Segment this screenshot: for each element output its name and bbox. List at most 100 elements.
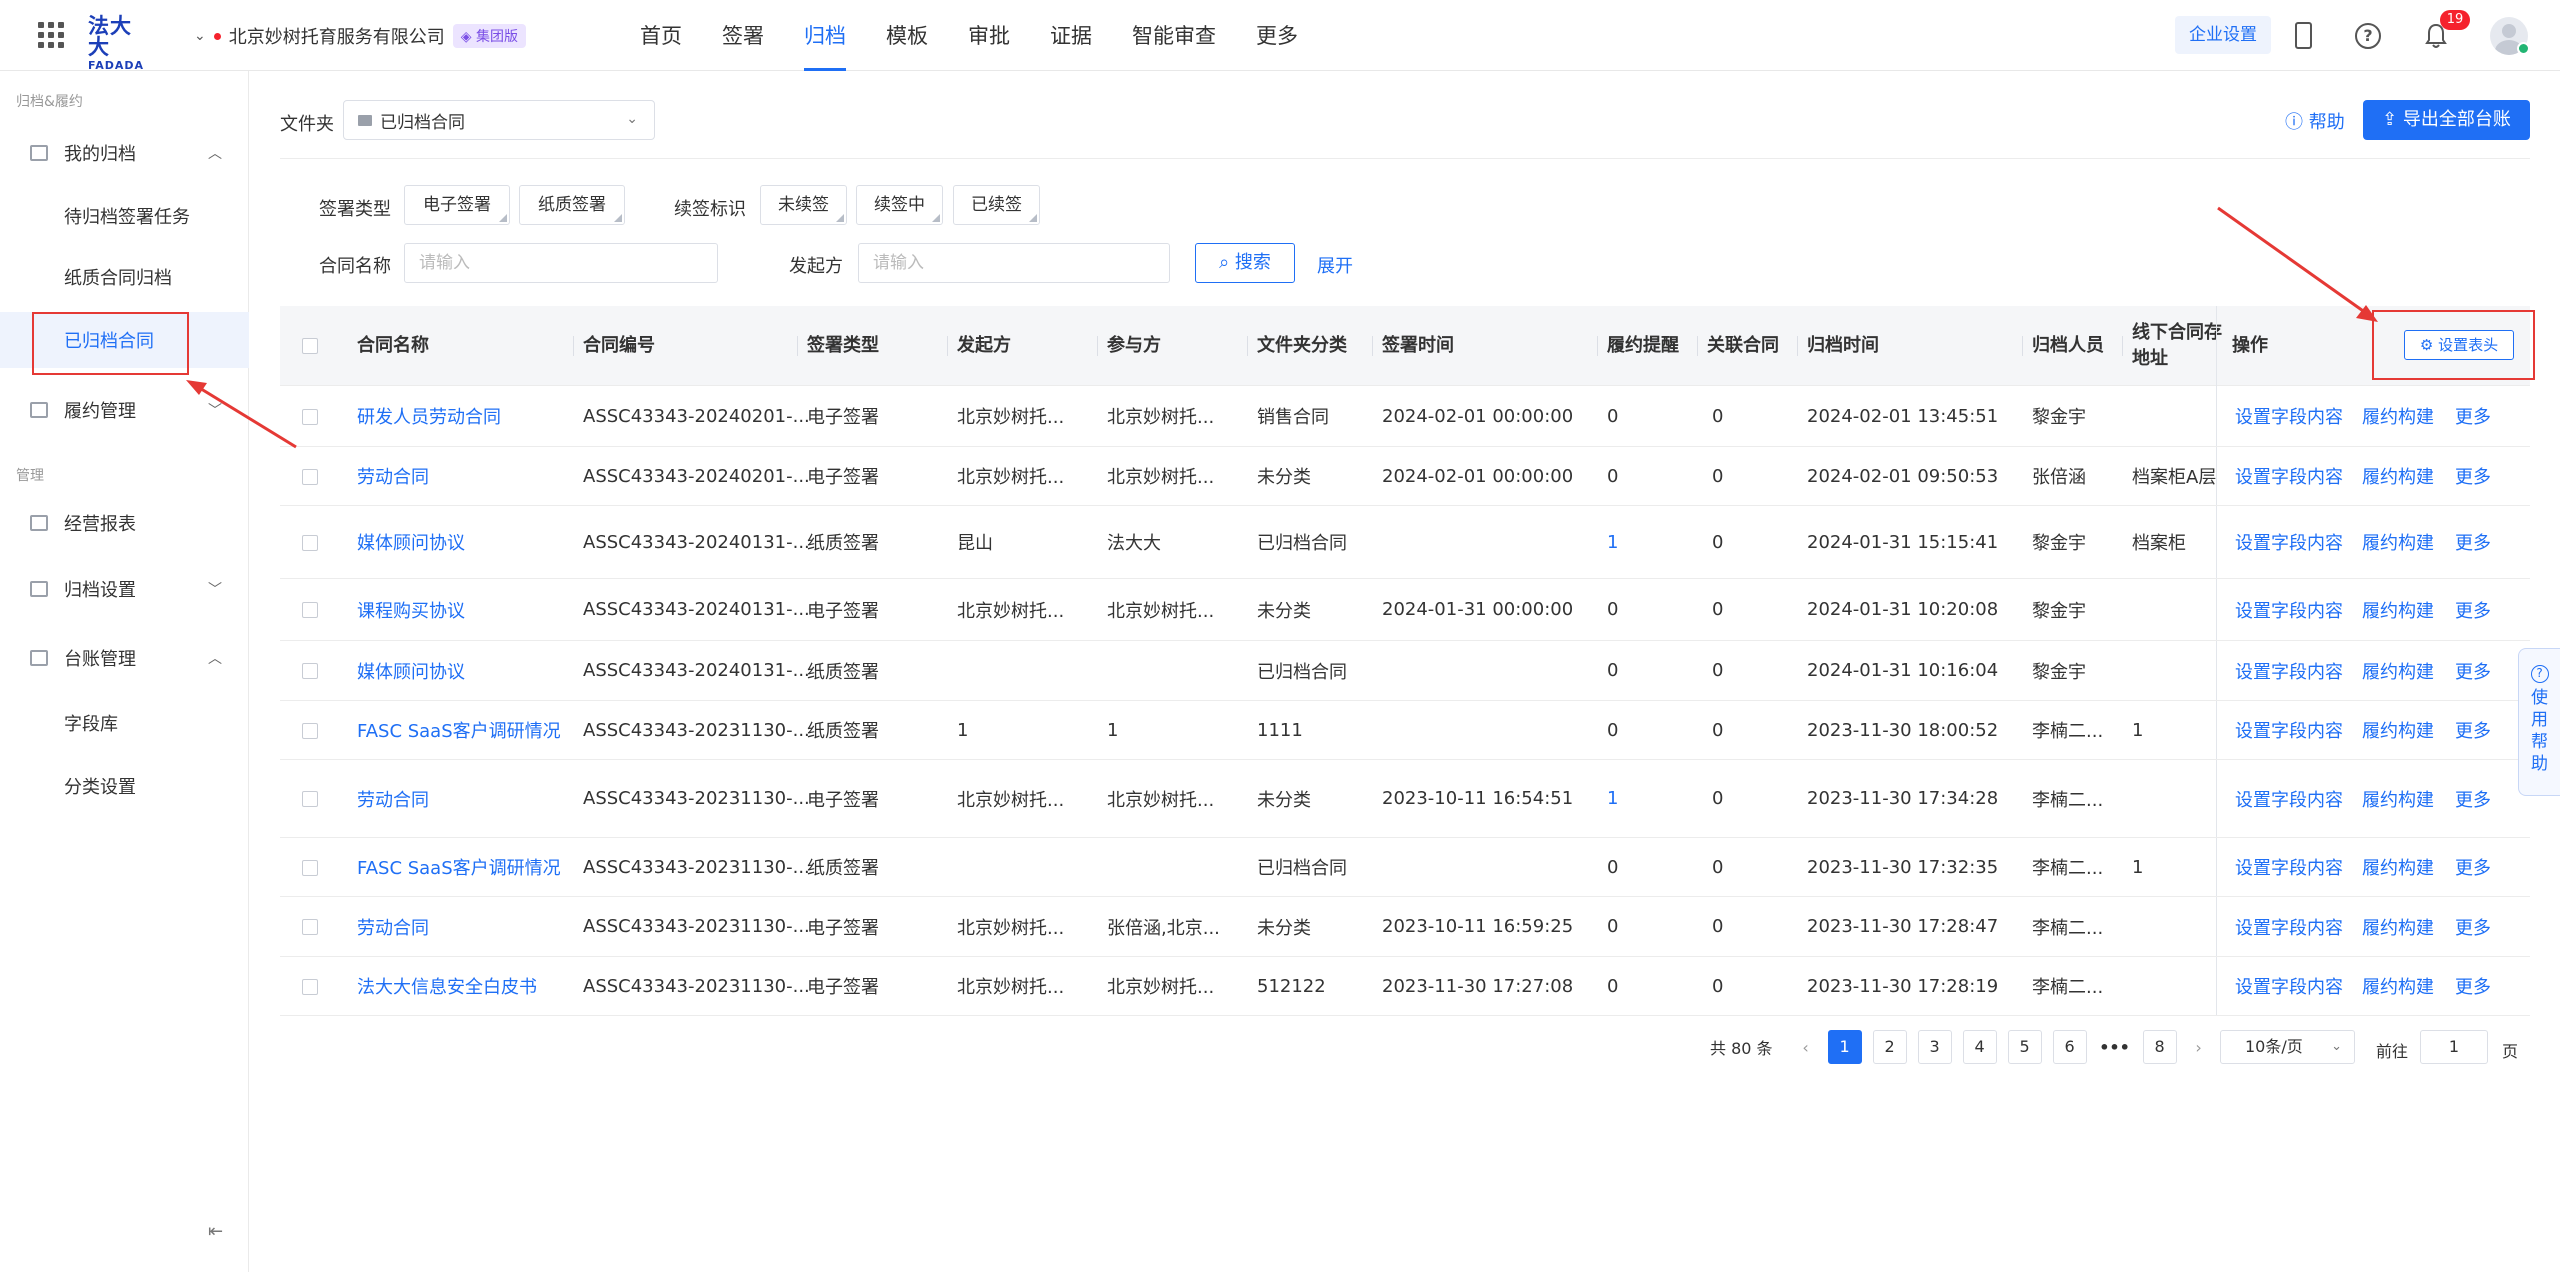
op-build-fulfill-link[interactable]: 履约构建 [2362,447,2434,505]
filter-tag-renewed[interactable]: 已续签 [953,185,1040,225]
help-link[interactable]: ⓘ 帮助 [2285,108,2345,134]
fadada-logo[interactable]: 法大大 FADADA [88,16,152,72]
row-checkbox[interactable] [302,534,318,551]
op-build-fulfill-link[interactable]: 履约构建 [2362,701,2434,759]
op-set-fields-link[interactable]: 设置字段内容 [2235,957,2343,1015]
row-checkbox[interactable] [302,978,318,995]
op-more-link[interactable]: 更多 [2455,897,2491,956]
usage-help-tab[interactable]: ? 使 用 帮 助 [2518,648,2560,796]
op-set-fields-link[interactable]: 设置字段内容 [2235,838,2343,896]
sidebar-item-my-archive[interactable]: 我的归档 ︿ [0,125,249,181]
op-build-fulfill-link[interactable]: 履约构建 [2362,506,2434,578]
cell-contract-name[interactable]: 研发人员劳动合同 [357,386,501,446]
cell-contract-name[interactable]: 媒体顾问协议 [357,641,465,700]
row-checkbox[interactable] [302,468,318,485]
row-checkbox[interactable] [302,919,318,935]
export-all-button[interactable]: ⇪ 导出全部台账 [2363,100,2530,140]
goto-page-input[interactable]: 1 [2420,1030,2488,1064]
folder-select[interactable]: 已归档合同 ⌄ [343,100,655,140]
op-build-fulfill-link[interactable]: 履约构建 [2362,579,2434,640]
page-button[interactable]: 2 [1872,1030,1907,1064]
row-checkbox[interactable] [302,722,318,739]
expand-link[interactable]: 展开 [1317,252,1353,278]
nav-approval[interactable]: 审批 [948,0,1030,71]
prev-page-icon[interactable]: ‹ [1795,1038,1817,1057]
cell-contract-name[interactable]: 课程购买协议 [357,579,465,640]
help-icon[interactable]: ? [2355,23,2381,49]
filter-tag-paper[interactable]: 纸质签署 [519,185,625,225]
row-checkbox[interactable] [302,663,318,679]
page-button[interactable]: 4 [1962,1030,1997,1064]
nav-template[interactable]: 模板 [866,0,948,71]
next-page-icon[interactable]: › [2188,1038,2210,1057]
filter-tag-not-renewed[interactable]: 未续签 [760,185,847,225]
contract-name-input[interactable] [404,243,718,283]
op-build-fulfill-link[interactable]: 履约构建 [2362,760,2434,837]
cell-contract-name[interactable]: 劳动合同 [357,447,429,505]
op-more-link[interactable]: 更多 [2455,641,2491,700]
row-checkbox[interactable] [302,791,318,807]
op-set-fields-link[interactable]: 设置字段内容 [2235,701,2343,759]
page-button[interactable]: 6 [2052,1030,2087,1064]
sidebar-item-archive-settings[interactable]: 归档设置 ﹀ [0,561,249,617]
row-checkbox[interactable] [302,408,318,425]
page-button[interactable]: 8 [2142,1030,2177,1064]
sidebar-item-report[interactable]: 经营报表 [0,495,249,551]
page-button[interactable]: 5 [2007,1030,2042,1064]
page-button[interactable]: 1 [1827,1030,1862,1064]
op-build-fulfill-link[interactable]: 履约构建 [2362,641,2434,700]
op-build-fulfill-link[interactable]: 履约构建 [2362,838,2434,896]
filter-tag-electronic[interactable]: 电子签署 [404,185,510,225]
search-button[interactable]: ⌕ 搜索 [1195,243,1295,283]
op-build-fulfill-link[interactable]: 履约构建 [2362,897,2434,956]
sidebar-item-paper[interactable]: 纸质合同归档 [0,249,249,305]
cell-remind[interactable]: 1 [1607,760,1618,837]
nav-smart-review[interactable]: 智能审查 [1112,0,1236,71]
sidebar-item-fulfill[interactable]: 履约管理 ﹀ [0,382,249,438]
cell-contract-name[interactable]: 劳动合同 [357,897,429,956]
op-more-link[interactable]: 更多 [2455,760,2491,837]
page-ellipsis[interactable]: ••• [2098,1038,2132,1057]
op-more-link[interactable]: 更多 [2455,506,2491,578]
org-switcher[interactable]: ⌄ 北京妙树托育服务有限公司 ◈ 集团版 [194,22,526,50]
op-set-fields-link[interactable]: 设置字段内容 [2235,897,2343,956]
nav-sign[interactable]: 签署 [702,0,784,71]
cell-contract-name[interactable]: FASC SaaS客户调研情况 [357,838,561,896]
sidebar-item-field-lib[interactable]: 字段库 [0,695,249,751]
select-all-checkbox[interactable] [302,338,318,354]
page-button[interactable]: 3 [1917,1030,1952,1064]
cell-contract-name[interactable]: 劳动合同 [357,760,429,837]
cell-contract-name[interactable]: FASC SaaS客户调研情况 [357,701,561,759]
initiator-input[interactable] [858,243,1170,283]
op-more-link[interactable]: 更多 [2455,957,2491,1015]
op-set-fields-link[interactable]: 设置字段内容 [2235,506,2343,578]
nav-home[interactable]: 首页 [620,0,702,71]
op-more-link[interactable]: 更多 [2455,701,2491,759]
op-more-link[interactable]: 更多 [2455,386,2491,446]
sidebar-item-category[interactable]: 分类设置 [0,758,249,814]
sidebar-item-ledger[interactable]: 台账管理 ︿ [0,630,249,686]
op-set-fields-link[interactable]: 设置字段内容 [2235,386,2343,446]
op-set-fields-link[interactable]: 设置字段内容 [2235,579,2343,640]
op-build-fulfill-link[interactable]: 履约构建 [2362,957,2434,1015]
cell-remind[interactable]: 1 [1607,506,1618,578]
row-checkbox[interactable] [302,859,318,876]
op-more-link[interactable]: 更多 [2455,838,2491,896]
sidebar-item-pending[interactable]: 待归档签署任务 [0,188,249,244]
op-more-link[interactable]: 更多 [2455,447,2491,505]
corp-settings-button[interactable]: 企业设置 [2175,16,2271,54]
row-checkbox[interactable] [302,602,318,618]
nav-more[interactable]: 更多 [1236,0,1318,71]
op-build-fulfill-link[interactable]: 履约构建 [2362,386,2434,446]
filter-tag-renewing[interactable]: 续签中 [856,185,943,225]
page-size-select[interactable]: 10条/页 ⌄ [2220,1030,2355,1064]
app-grid-icon[interactable] [38,22,64,48]
cell-contract-name[interactable]: 法大大信息安全白皮书 [357,957,537,1015]
op-more-link[interactable]: 更多 [2455,579,2491,640]
nav-evidence[interactable]: 证据 [1030,0,1112,71]
op-set-fields-link[interactable]: 设置字段内容 [2235,641,2343,700]
op-set-fields-link[interactable]: 设置字段内容 [2235,447,2343,505]
cell-contract-name[interactable]: 媒体顾问协议 [357,506,465,578]
nav-archive[interactable]: 归档 [784,0,866,71]
mobile-icon[interactable] [2295,22,2312,49]
